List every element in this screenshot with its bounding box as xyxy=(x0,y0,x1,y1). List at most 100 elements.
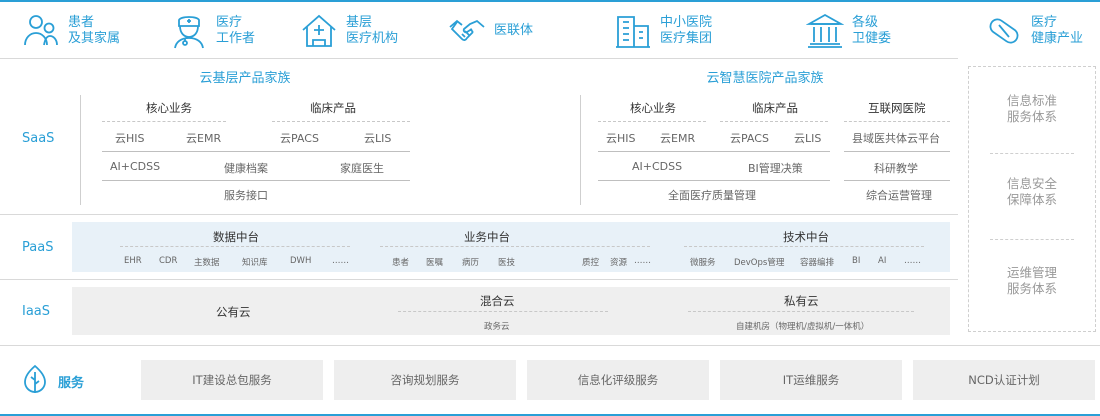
service-consulting-planning: 咨询规划服务 xyxy=(334,360,516,400)
product-research-teaching: 科研教学 xyxy=(874,162,918,175)
row-divider xyxy=(598,180,830,181)
user-grassroots-institutions: 基层 医疗机构 xyxy=(300,10,398,52)
tech-platform-item: AI xyxy=(878,256,887,266)
smart-internet-hospital-heading: 互联网医院 xyxy=(868,101,926,115)
side-item-standards: 信息标准 服务体系 xyxy=(1006,93,1057,124)
service-it-general-contracting: IT建设总包服务 xyxy=(141,360,323,400)
layer-label-paas: PaaS xyxy=(22,240,54,255)
tech-platform-item: 容器编排 xyxy=(800,258,835,268)
row-divider xyxy=(102,151,410,152)
data-platform-title: 数据中台 xyxy=(213,230,259,244)
product-cloud-emr: 云EMR xyxy=(186,132,222,145)
data-platform-item: 主数据 xyxy=(194,258,220,268)
user-medical-workers: 医疗 工作者 xyxy=(170,10,255,52)
service-ncd-certification: NCD认证计划 xyxy=(913,360,1095,400)
dashed-divider xyxy=(720,121,828,122)
clinic-building-icon xyxy=(302,14,336,47)
family-icon xyxy=(24,15,58,46)
product-service-interface: 服务接口 xyxy=(224,189,268,202)
leaf-icon xyxy=(24,364,46,393)
user-groups-bar: 患者 及其家属 医疗 工作者 基层 医疗机构 医联体 中小医院 医疗集团 各级 … xyxy=(0,2,1100,58)
row-divider xyxy=(844,151,950,152)
side-item-operations: 运维管理 服务体系 xyxy=(1006,265,1057,296)
business-platform-item: 医嘱 xyxy=(426,258,444,268)
data-platform-item: 知识库 xyxy=(242,258,268,268)
user-hospitals-groups: 中小医院 医疗集团 xyxy=(614,10,712,52)
dashed-divider xyxy=(120,246,350,247)
product-health-records: 健康档案 xyxy=(224,162,268,175)
government-cloud: 政务云 xyxy=(484,322,510,332)
row-divider xyxy=(102,180,410,181)
user-patients: 患者 及其家属 xyxy=(22,10,120,52)
grassroots-family-title: 云基层产品家族 xyxy=(199,71,291,86)
grassroots-core-heading: 核心业务 xyxy=(146,101,192,115)
private-cloud-detail: 自建机房（物理机/虚拟机/一体机） xyxy=(736,322,870,332)
dashed-divider xyxy=(990,239,1074,240)
pill-icon xyxy=(989,18,1019,44)
dashed-divider xyxy=(272,121,410,122)
product-ai-cdss: AI+CDSS xyxy=(110,160,161,173)
product-cloud-his: 云HIS xyxy=(115,132,145,145)
divider xyxy=(0,279,958,280)
dashed-divider xyxy=(380,246,650,247)
medical-worker-icon xyxy=(174,16,204,49)
divider xyxy=(0,214,958,215)
business-platform-item: …… xyxy=(634,256,651,266)
user-label: 基层 医疗机构 xyxy=(346,15,399,46)
bracket-line xyxy=(580,95,581,205)
smart-hospital-family-title: 云智慧医院产品家族 xyxy=(706,71,824,86)
service-it-operations: IT运维服务 xyxy=(720,360,902,400)
user-label: 中小医院 医疗集团 xyxy=(660,15,713,46)
dashed-divider xyxy=(102,121,226,122)
product-bi-decision: BI管理决策 xyxy=(748,162,803,175)
dashed-divider xyxy=(688,311,914,312)
user-label: 医疗 工作者 xyxy=(216,15,256,46)
user-label: 患者 及其家属 xyxy=(68,15,121,46)
smart-core-heading: 核心业务 xyxy=(630,101,676,115)
data-platform-item: DWH xyxy=(290,256,312,266)
dashed-divider xyxy=(684,246,924,247)
user-medical-alliance: 医联体 xyxy=(448,10,533,52)
product-cloud-pacs: 云PACS xyxy=(730,132,769,145)
tech-platform-title: 技术中台 xyxy=(783,230,829,244)
tech-platform-item: DevOps管理 xyxy=(734,258,785,268)
product-cloud-pacs: 云PACS xyxy=(280,132,319,145)
divider xyxy=(0,58,958,59)
service-informatization-rating: 信息化评级服务 xyxy=(527,360,709,400)
data-platform-item: CDR xyxy=(159,256,178,266)
product-quality-management: 全面医疗质量管理 xyxy=(668,189,756,202)
business-platform-item: 患者 xyxy=(392,258,410,268)
product-cloud-his: 云HIS xyxy=(606,132,636,145)
user-health-commissions: 各级 卫健委 xyxy=(806,10,891,52)
hospital-building-icon xyxy=(616,16,650,48)
row-divider xyxy=(598,151,830,152)
dashed-divider xyxy=(844,121,950,122)
private-cloud: 私有云 xyxy=(784,294,819,308)
product-ai-cdss: AI+CDSS xyxy=(632,160,683,173)
product-county-medical-community: 县域医共体云平台 xyxy=(852,132,940,145)
tech-platform-item: BI xyxy=(852,256,861,266)
hybrid-cloud: 混合云 xyxy=(480,294,515,308)
data-platform-item: …… xyxy=(332,256,349,266)
business-platform-title: 业务中台 xyxy=(464,230,510,244)
product-cloud-lis: 云LIS xyxy=(364,132,392,145)
public-cloud: 公有云 xyxy=(216,305,251,319)
side-item-security: 信息安全 保障体系 xyxy=(1006,176,1057,207)
data-platform-item: EHR xyxy=(124,256,142,266)
user-label: 医联体 xyxy=(494,23,534,38)
tech-platform-item: 微服务 xyxy=(690,258,716,268)
divider xyxy=(0,345,1100,346)
user-label: 各级 卫健委 xyxy=(852,15,892,46)
product-cloud-lis: 云LIS xyxy=(794,132,822,145)
dashed-divider xyxy=(990,153,1074,154)
government-building-icon xyxy=(806,13,844,48)
user-health-industry: 医疗 健康产业 xyxy=(985,10,1083,52)
smart-clinical-heading: 临床产品 xyxy=(752,101,798,115)
product-cloud-emr: 云EMR xyxy=(660,132,696,145)
user-label: 医疗 健康产业 xyxy=(1031,15,1084,46)
handshake-icon xyxy=(449,19,485,41)
row-divider xyxy=(844,180,950,181)
layer-label-iaas: IaaS xyxy=(22,304,51,319)
layer-label-saas: SaaS xyxy=(22,131,55,146)
product-family-doctor: 家庭医生 xyxy=(340,162,384,175)
